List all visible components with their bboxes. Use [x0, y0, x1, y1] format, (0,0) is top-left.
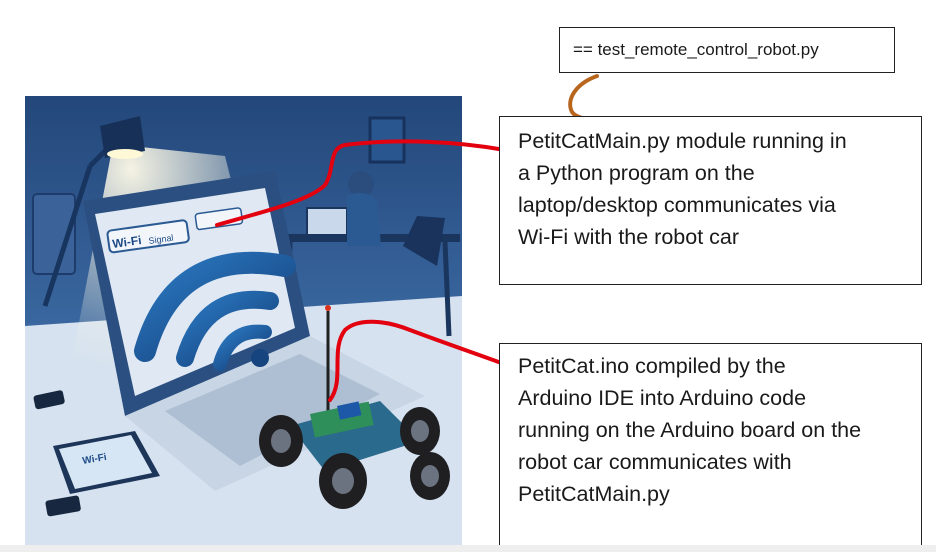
robot-wifi-illustration: Wi-Fi Signal Wi-Fi — [25, 96, 462, 552]
arduino-sketch-description: PetitCat.ino compiled by the Arduino IDE… — [518, 354, 862, 506]
python-module-description-box: PetitCatMain.py module running in a Pyth… — [499, 116, 922, 285]
test-script-filename: == test_remote_control_robot.py — [573, 40, 819, 59]
bottom-edge-strip — [0, 545, 936, 552]
arduino-sketch-description-box: PetitCat.ino compiled by the Arduino IDE… — [499, 343, 922, 548]
python-module-description: PetitCatMain.py module running in a Pyth… — [518, 129, 847, 249]
window-frame — [368, 116, 406, 164]
test-script-filename-box: == test_remote_control_robot.py — [559, 27, 895, 73]
connector-file-to-module — [568, 74, 614, 122]
